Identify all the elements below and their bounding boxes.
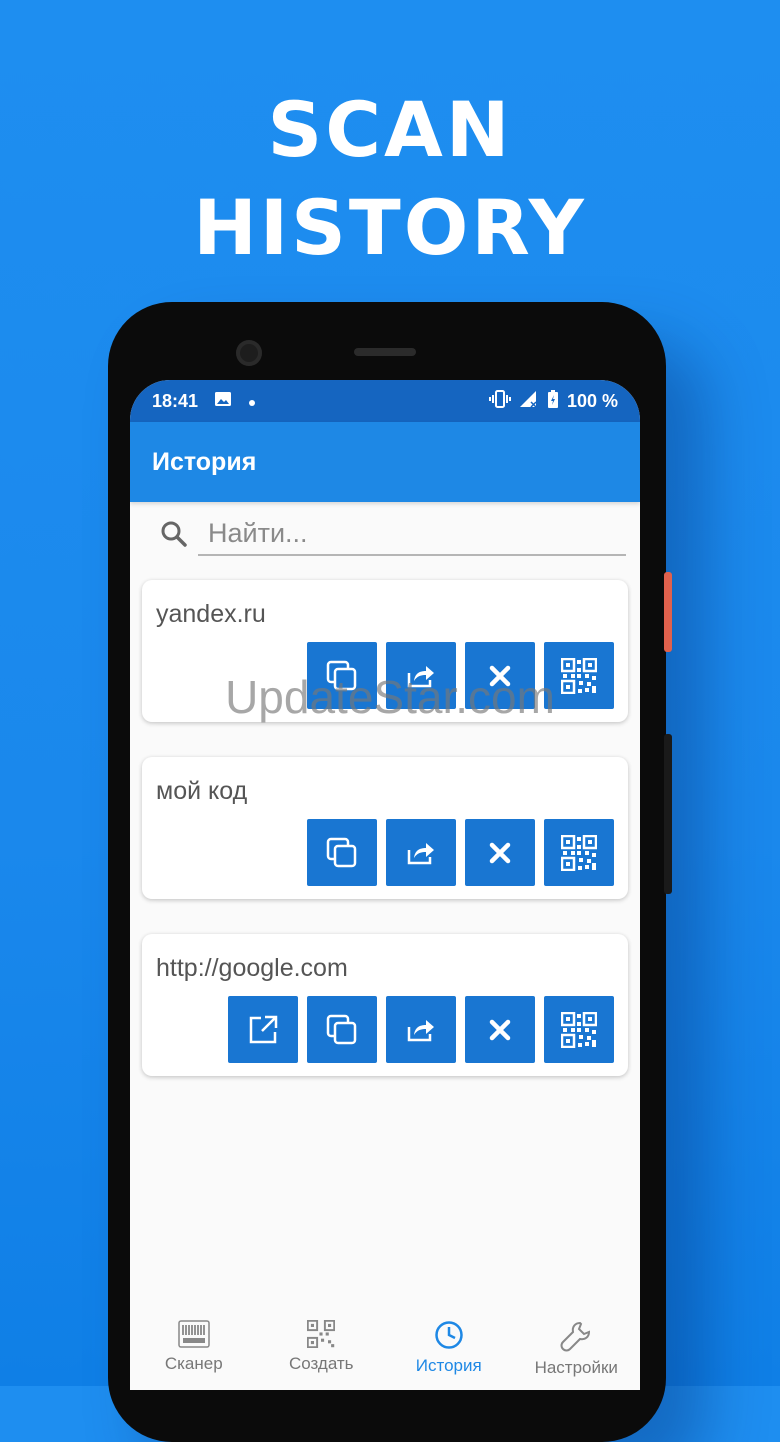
phone-frame: 18:41 100 % История Найти... yandex.ru м… <box>108 302 672 1442</box>
copy-button[interactable] <box>307 996 377 1063</box>
search-bar <box>130 502 640 566</box>
qr-code-icon <box>561 657 597 694</box>
volume-button <box>664 734 672 894</box>
nav-item-settings[interactable]: Настройки <box>513 1308 641 1390</box>
battery-percent: 100 % <box>566 390 618 411</box>
show-qr-button[interactable] <box>544 819 614 886</box>
copy-icon <box>326 1014 357 1044</box>
close-icon <box>489 842 511 863</box>
delete-button[interactable] <box>465 642 535 709</box>
history-item-text: yandex.ru <box>156 600 266 628</box>
close-icon <box>489 1019 511 1040</box>
status-bar: 18:41 100 % <box>130 380 640 422</box>
nav-label: Сканер <box>164 1354 223 1373</box>
nav-label: Создать <box>288 1354 354 1373</box>
barcode-icon <box>178 1320 210 1348</box>
share-icon <box>407 1019 434 1041</box>
app-bar: История <box>130 422 640 502</box>
wrench-icon <box>560 1321 591 1352</box>
show-qr-button[interactable] <box>544 642 614 709</box>
image-notification-icon <box>214 391 232 412</box>
history-item-text: мой код <box>156 777 248 805</box>
copy-icon <box>326 660 357 690</box>
delete-button[interactable] <box>465 819 535 886</box>
history-card: мой код <box>142 757 628 899</box>
earpiece-speaker <box>354 348 416 356</box>
qr-code-icon <box>307 1320 336 1348</box>
nav-label: История <box>415 1356 482 1375</box>
share-icon <box>407 842 434 864</box>
share-button[interactable] <box>386 642 456 709</box>
dot-notification-icon <box>248 391 256 412</box>
headline-line-2: HISTORY <box>193 183 587 272</box>
signal-icon <box>519 390 539 413</box>
card-actions <box>228 996 614 1063</box>
copy-button[interactable] <box>307 642 377 709</box>
copy-icon <box>326 837 357 867</box>
history-item-text: http://google.com <box>156 954 348 982</box>
status-time: 18:41 <box>152 390 199 411</box>
share-icon <box>407 665 434 687</box>
search-input[interactable] <box>198 512 626 556</box>
headline-line-1: SCAN <box>267 85 513 174</box>
share-button[interactable] <box>386 996 456 1063</box>
qr-code-icon <box>561 1011 597 1048</box>
nav-label: Настройки <box>534 1358 618 1377</box>
copy-button[interactable] <box>307 819 377 886</box>
nav-item-scanner[interactable]: Сканер <box>130 1308 258 1390</box>
card-actions <box>307 642 614 709</box>
front-camera <box>236 340 262 366</box>
nav-item-history[interactable]: История <box>385 1308 513 1390</box>
nav-item-create[interactable]: Создать <box>258 1308 386 1390</box>
power-button <box>664 572 672 652</box>
phone-screen: 18:41 100 % История Найти... yandex.ru м… <box>130 380 640 1390</box>
open-in-new-icon <box>249 1015 278 1043</box>
search-icon[interactable] <box>160 520 188 553</box>
vibrate-icon <box>488 389 511 413</box>
clock-icon <box>435 1321 463 1349</box>
history-card: yandex.ru <box>142 580 628 722</box>
card-actions <box>307 819 614 886</box>
page-title: История <box>152 447 257 476</box>
show-qr-button[interactable] <box>544 996 614 1063</box>
open-link-button[interactable] <box>228 996 298 1063</box>
history-card: http://google.com <box>142 934 628 1076</box>
bottom-navigation: Сканер Создать История Настройки <box>130 1308 640 1390</box>
qr-code-icon <box>561 834 597 871</box>
share-button[interactable] <box>386 819 456 886</box>
delete-button[interactable] <box>465 996 535 1063</box>
battery-icon <box>547 389 559 414</box>
close-icon <box>489 665 511 686</box>
